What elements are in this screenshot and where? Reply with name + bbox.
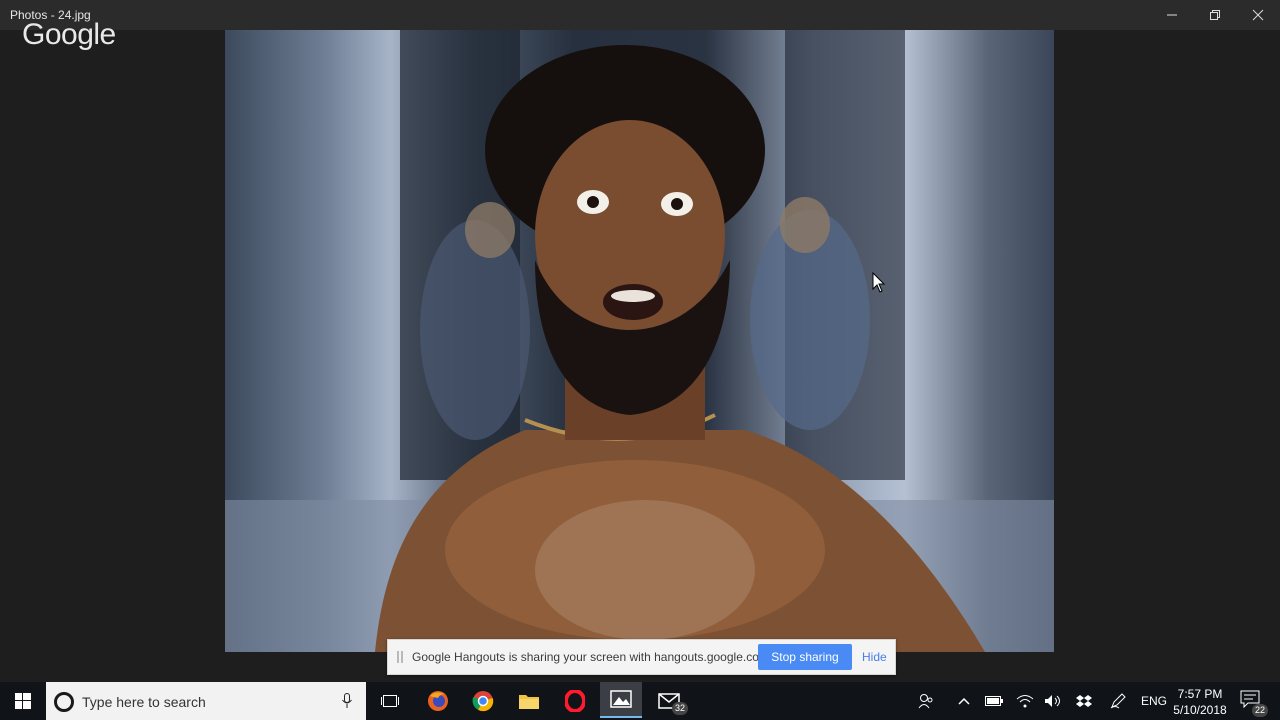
cortana-icon — [54, 692, 74, 712]
language-indicator[interactable]: ENG — [1141, 694, 1167, 708]
windows-logo-icon — [15, 693, 31, 709]
restore-button[interactable] — [1193, 0, 1237, 30]
minimize-button[interactable] — [1150, 0, 1194, 30]
show-hidden-icons-chevron-icon[interactable] — [953, 690, 975, 712]
people-icon[interactable] — [915, 690, 937, 712]
firefox-icon[interactable] — [418, 686, 458, 716]
clock-date: 5/10/2018 — [1173, 703, 1227, 717]
taskbar: Type here to search 32 ENG 7:57 PM 5/10/… — [0, 682, 1280, 720]
volume-icon[interactable] — [1042, 690, 1064, 712]
title-bar: Photos - 24.jpg — [0, 0, 1280, 30]
clock-time: 7:57 PM — [1177, 687, 1223, 701]
file-explorer-icon[interactable] — [509, 686, 549, 716]
search-placeholder: Type here to search — [82, 694, 206, 710]
clock[interactable]: 7:57 PM 5/10/2018 — [1172, 686, 1228, 718]
photo-image — [225, 30, 1054, 652]
stop-sharing-button[interactable]: Stop sharing — [758, 644, 852, 670]
notification-badge: 22 — [1251, 704, 1268, 717]
opera-icon[interactable] — [555, 686, 595, 716]
screen-share-notification: Google Hangouts is sharing your screen w… — [387, 639, 896, 675]
mouse-cursor-icon — [872, 272, 886, 293]
photo-illustration — [225, 30, 1054, 652]
hide-button[interactable]: Hide — [862, 650, 887, 664]
pen-ink-icon[interactable] — [1107, 690, 1129, 712]
mail-icon[interactable]: 32 — [648, 686, 690, 716]
search-box[interactable]: Type here to search — [46, 682, 366, 720]
close-button[interactable] — [1236, 0, 1280, 30]
battery-icon[interactable] — [983, 690, 1005, 712]
task-view-icon[interactable] — [370, 686, 410, 716]
dropbox-icon[interactable] — [1073, 690, 1095, 712]
mail-badge: 32 — [671, 702, 688, 715]
chrome-icon[interactable] — [463, 686, 503, 716]
photos-icon[interactable] — [600, 682, 642, 718]
share-message: Google Hangouts is sharing your screen w… — [412, 650, 773, 664]
google-watermark: Google — [22, 18, 116, 51]
drag-handle-icon[interactable] — [397, 651, 403, 663]
start-button[interactable] — [0, 682, 46, 720]
microphone-icon[interactable] — [342, 693, 352, 709]
wifi-icon[interactable] — [1014, 690, 1036, 712]
action-center-button[interactable]: 22 — [1240, 690, 1268, 717]
